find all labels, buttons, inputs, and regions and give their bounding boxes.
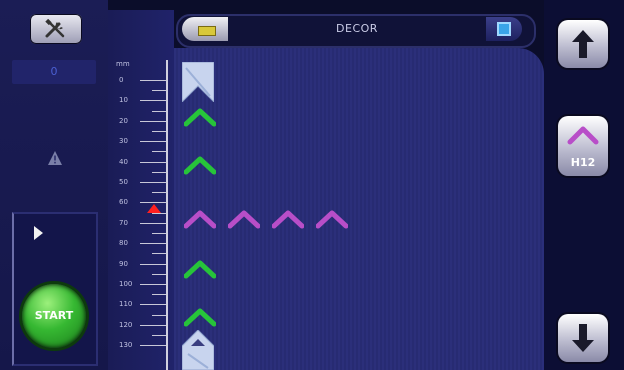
ruler-tick [152,253,166,255]
ruler-tick [152,294,166,296]
pattern-chevron-green-4[interactable] [184,306,216,328]
pattern-start-tile[interactable] [182,62,214,102]
ruler-label: 60 [119,198,128,207]
ruler-tick [152,90,166,92]
ruler-tick [140,100,166,102]
ruler-label: 10 [119,96,128,105]
ruler-axis [166,60,168,370]
pattern-chevron-purple-4[interactable] [316,208,348,230]
pattern-chevron-purple-3[interactable] [272,208,304,230]
counter-display: 0 [12,60,96,84]
pattern-chevron-green-2[interactable] [184,154,216,176]
view-icon [497,22,511,36]
ruler-tick [140,304,166,306]
ruler-tick [140,80,166,81]
page-title: DECOR [336,22,378,35]
ruler-tick [152,273,166,275]
ruler-tick [140,324,166,326]
ruler-tick [140,120,166,122]
ruler-tick [152,233,166,234]
ruler-label: 120 [119,320,133,329]
ruler-tick [140,263,166,265]
ruler-tick [152,131,166,132]
start-button[interactable]: START [22,284,86,348]
ruler-label: 40 [119,157,128,166]
pattern-chevron-icon [567,126,599,145]
pattern-chevron-green-1[interactable] [184,106,216,128]
tools-button[interactable] [30,14,82,44]
ruler-label: 110 [119,300,133,309]
ruler-tick [152,212,166,214]
scroll-down-button[interactable] [558,314,608,362]
ruler-label: 50 [119,178,128,186]
ruler-label: 80 [119,239,128,248]
ruler-label: 0 [119,76,124,84]
pattern-label: H12 [570,156,596,169]
ruler-tick [140,243,166,245]
layer-icon [198,26,216,36]
ruler-tick [152,110,166,112]
pattern-chevron-purple-2[interactable] [228,208,260,230]
ruler-label: 30 [119,137,128,146]
scroll-up-button[interactable] [558,20,608,68]
tools-icon [45,19,65,38]
ruler-label: 90 [119,259,128,268]
pattern-chevron-purple-1[interactable] [184,208,216,230]
ruler-tick [152,335,166,336]
ruler-tick [140,345,166,347]
ruler-tick [140,222,166,224]
play-icon[interactable] [34,226,43,240]
ruler-unit: mm [116,60,130,68]
ruler-label: 20 [119,116,128,125]
ruler-label: 130 [119,341,133,350]
arrow-up-icon [572,30,594,58]
position-marker[interactable] [147,203,161,213]
ruler-tick [140,284,166,285]
ruler-tick [152,192,166,194]
pattern-end-tile[interactable] [182,330,214,370]
ruler-tick [152,151,166,153]
ruler-tick [152,171,166,173]
warning-icon [48,151,62,165]
ruler-label: 100 [119,280,133,288]
ruler-tick [140,141,166,143]
ruler-tick [152,314,166,316]
ruler-tick [140,161,166,163]
ruler-tick [140,182,166,183]
ruler-label: 70 [119,218,128,227]
pattern-chevron-green-3[interactable] [184,258,216,280]
arrow-down-icon [572,324,594,352]
